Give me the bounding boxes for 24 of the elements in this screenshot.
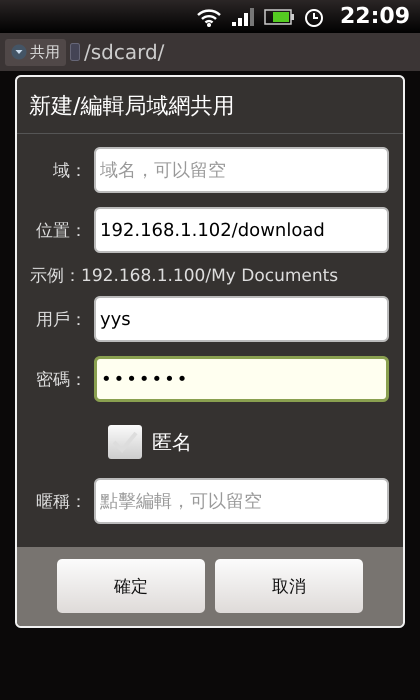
example-hint: 示例：192.168.1.100/My Documents (29, 265, 340, 288)
sdcard-icon (70, 43, 80, 61)
field-label: 域： (52, 160, 87, 182)
checkbox[interactable] (108, 425, 142, 459)
signal-icon (232, 8, 254, 26)
dialog-title: 新建/編輯局域網共用 (17, 77, 403, 134)
dropdown-icon (11, 44, 27, 60)
path-label: /sdcard/ (84, 40, 164, 64)
confirm-button[interactable]: 確定 (57, 559, 205, 613)
input-field[interactable]: yys (94, 296, 389, 342)
clock-time: 22:09 (340, 4, 410, 29)
password-field[interactable]: ••••••• (94, 356, 389, 402)
field-label: 位置： (35, 220, 87, 242)
field-label: 用戶： (35, 308, 87, 330)
checkbox-label[interactable]: 匿名 (152, 428, 192, 456)
input-field[interactable]: 192.168.1.102/download (94, 207, 389, 253)
input-field[interactable]: 點擊編輯，可以留空 (94, 478, 389, 524)
field-label: 暱稱： (35, 490, 87, 512)
input-field[interactable]: 域名，可以留空 (94, 147, 389, 193)
field-label: 密碼： (35, 368, 87, 390)
wifi-icon (196, 6, 222, 26)
share-button[interactable]: 共用 (5, 38, 66, 66)
battery-icon (264, 8, 294, 24)
cancel-button[interactable]: 取消 (215, 559, 363, 613)
